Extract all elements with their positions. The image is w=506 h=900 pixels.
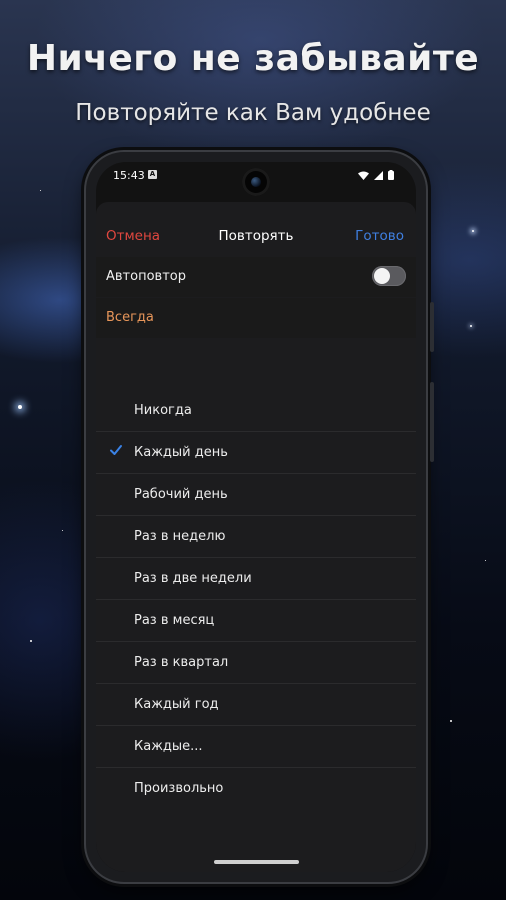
power-button	[430, 302, 434, 352]
star	[40, 190, 41, 191]
star	[62, 530, 63, 531]
home-indicator[interactable]	[214, 860, 299, 864]
toggle-knob	[374, 268, 390, 284]
star	[450, 720, 452, 722]
front-camera	[242, 168, 270, 196]
repeat-option-label: Каждые...	[134, 739, 203, 754]
repeat-option-label: Произвольно	[134, 781, 224, 796]
repeat-option-label: Раз в две недели	[134, 571, 252, 586]
status-icons	[358, 170, 394, 180]
repeat-option-row[interactable]: Раз в неделю	[96, 516, 416, 558]
repeat-option-label: Раз в месяц	[134, 613, 215, 628]
duration-value: Всегда	[106, 310, 154, 325]
star	[472, 230, 474, 232]
repeat-option-row[interactable]: Раз в две недели	[96, 558, 416, 600]
repeat-option-row[interactable]: Произвольно	[96, 768, 416, 809]
repeat-option-row[interactable]: Раз в квартал	[96, 642, 416, 684]
signal-icon	[374, 170, 383, 180]
duration-row[interactable]: Всегда	[96, 298, 416, 338]
repeat-option-row[interactable]: Каждый год	[96, 684, 416, 726]
phone-frame: 15:43 A Отмена Повторять Готово Автоповт…	[86, 152, 434, 882]
phone-screen: 15:43 A Отмена Повторять Готово Автоповт…	[96, 162, 416, 872]
repeat-sheet: Отмена Повторять Готово Автоповтор Всегд…	[96, 202, 416, 872]
wifi-icon	[358, 171, 369, 180]
battery-icon	[388, 170, 394, 180]
checkmark-icon	[110, 445, 122, 455]
status-time: 15:43	[113, 169, 145, 182]
star	[485, 560, 486, 561]
repeat-option-row[interactable]: Никогда	[96, 390, 416, 432]
repeat-option-row[interactable]: Раз в месяц	[96, 600, 416, 642]
repeat-option-label: Раз в квартал	[134, 655, 229, 670]
notification-icon: A	[148, 170, 157, 179]
repeat-option-row[interactable]: Рабочий день	[96, 474, 416, 516]
done-button[interactable]: Готово	[355, 228, 404, 244]
repeat-option-row[interactable]: Каждые...	[96, 726, 416, 768]
camera-lens	[251, 177, 261, 187]
repeat-option-label: Каждый год	[134, 697, 219, 712]
volume-button	[430, 382, 434, 462]
sheet-navbar: Отмена Повторять Готово	[96, 202, 416, 256]
repeat-option-label: Никогда	[134, 403, 192, 418]
repeat-option-label: Рабочий день	[134, 487, 228, 502]
repeat-option-label: Каждый день	[134, 445, 228, 460]
promo-headline: Ничего не забывайте	[26, 38, 480, 79]
autorepeat-toggle[interactable]	[372, 266, 406, 286]
repeat-option-row[interactable]: Каждый день	[96, 432, 416, 474]
star	[30, 640, 32, 642]
repeat-option-label: Раз в неделю	[134, 529, 226, 544]
repeat-options-list: Никогда Каждый день Рабочий день Раз в неде…	[96, 390, 416, 809]
autorepeat-row: Автоповтор	[96, 257, 416, 297]
star	[470, 325, 472, 327]
promo-subheadline: Повторяйте как Вам удобнее	[75, 100, 431, 126]
autorepeat-label: Автоповтор	[106, 269, 186, 284]
star	[18, 405, 22, 409]
cancel-button[interactable]: Отмена	[106, 228, 160, 244]
